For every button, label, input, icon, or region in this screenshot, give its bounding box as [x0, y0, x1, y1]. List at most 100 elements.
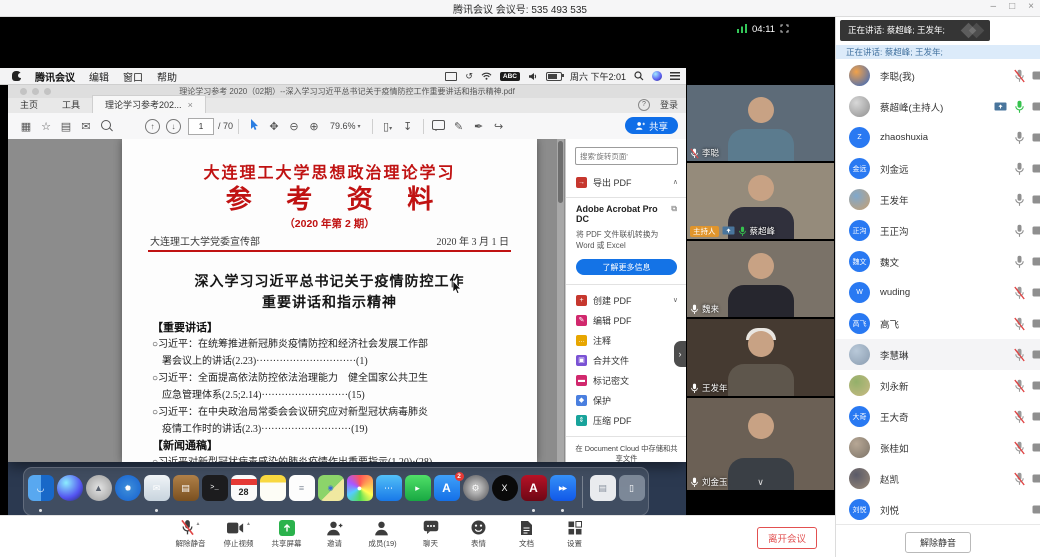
zoom-plus-icon[interactable]: ⊕ [304, 120, 324, 133]
video-thumbnail-魏来[interactable]: 魏来 [687, 241, 834, 317]
tab-tools[interactable]: 工具 [50, 96, 92, 113]
comment-icon[interactable] [429, 120, 449, 133]
battery-icon[interactable] [546, 72, 562, 81]
page-display-icon[interactable]: ▯▾ [378, 120, 398, 133]
collapse-strip-icon[interactable]: ∨ [757, 477, 764, 488]
display-icon[interactable] [445, 72, 457, 81]
tab-home[interactable]: 主页 [8, 96, 50, 113]
participant-row[interactable]: 魏文魏文 [836, 246, 1040, 277]
participant-row[interactable]: Wwuding [836, 277, 1040, 308]
chevron-icon[interactable]: ∨ [673, 296, 678, 304]
bookmark-icon[interactable]: ☆ [36, 120, 56, 133]
chat-button[interactable]: 聊天 [408, 519, 453, 549]
tools-search[interactable] [575, 147, 678, 165]
tool-protect[interactable]: ◆保护 [566, 390, 686, 410]
dock-item-acrobat[interactable]: A [520, 470, 547, 513]
search-icon[interactable] [634, 71, 644, 81]
menu-编辑[interactable]: 编辑 [89, 69, 109, 84]
forward-icon[interactable]: ↪ [489, 120, 509, 133]
draw-icon[interactable]: ✎ [449, 120, 469, 133]
emoji-button[interactable]: 表情 [456, 519, 501, 549]
dock-item-messages[interactable]: ⋯ [375, 470, 402, 513]
minimize-icon[interactable]: – [991, 1, 997, 12]
siri-icon[interactable] [652, 71, 662, 81]
menu-icon[interactable] [670, 72, 680, 80]
caret-up-icon[interactable]: ▲ [196, 521, 201, 527]
menu-帮助[interactable]: 帮助 [157, 69, 177, 84]
tool-edit-pdf[interactable]: ✎编辑 PDF [566, 310, 686, 330]
dock-item-maps[interactable]: ◉ [317, 470, 344, 513]
dock-item-trash[interactable]: ▯ [618, 470, 645, 513]
participant-row[interactable]: 正沟王正沟 [836, 215, 1040, 246]
save-icon[interactable]: ▦ [16, 120, 36, 133]
tools-search-input[interactable] [576, 152, 677, 161]
participant-row[interactable]: 大奇王大奇 [836, 401, 1040, 432]
maximize-icon[interactable]: □ [1009, 1, 1015, 12]
document-scrollbar[interactable] [557, 139, 564, 462]
invite-button[interactable]: 邀请 [312, 519, 357, 549]
panel-unmute-button[interactable]: 解除静音 [905, 532, 971, 553]
promo-learn-more-button[interactable]: 了解更多信息 [576, 259, 677, 275]
dock-item-reminders[interactable]: ≡ [288, 470, 315, 513]
apple-menu-icon[interactable] [12, 71, 21, 81]
stop-video-button[interactable]: ▲停止视频 [216, 519, 261, 549]
zoom-minus-icon[interactable]: ⊖ [284, 120, 304, 133]
dock-item-siri[interactable] [56, 470, 83, 513]
zoom-control[interactable]: 79.6% ▾ [330, 121, 361, 131]
close-icon[interactable]: × [1028, 1, 1034, 12]
share-screen-button[interactable]: 共享屏幕 [264, 519, 309, 549]
video-thumbnail-李聪[interactable]: 李聪 [687, 85, 834, 161]
close-traffic-light[interactable] [20, 88, 27, 95]
participant-row[interactable]: 李慧琳 [836, 339, 1040, 370]
dock-item-app-store[interactable]: A2 [433, 470, 460, 513]
tool-combine-files[interactable]: ▣合并文件 [566, 350, 686, 370]
page-up-icon[interactable]: ↑ [145, 119, 160, 134]
page-down-icon[interactable]: ↓ [166, 119, 181, 134]
scroll-mode-icon[interactable]: ↧ [398, 120, 418, 133]
menu-窗口[interactable]: 窗口 [123, 69, 143, 84]
leave-meeting-button[interactable]: 离开会议 [757, 527, 817, 549]
print-icon[interactable]: ▤ [56, 120, 76, 133]
tool-create-pdf[interactable]: +创建 PDF∨ [566, 290, 686, 310]
tab-document[interactable]: 理论学习参考202... × [92, 95, 206, 113]
dock-item-finder[interactable]: ◡ [27, 470, 54, 513]
tool-compress-pdf[interactable]: ⇕压缩 PDF [566, 410, 686, 430]
hand-tool-icon[interactable]: ✥ [264, 120, 284, 133]
participant-row[interactable]: 李聪(我) [836, 60, 1040, 91]
dock-item-launchpad[interactable]: ▲ [85, 470, 112, 513]
dock-item-photos[interactable]: ● [346, 470, 373, 513]
dock-item-system-preferences[interactable]: ⚙ [462, 470, 489, 513]
share-button[interactable]: 共享 [625, 117, 678, 134]
tab-close-icon[interactable]: × [188, 100, 193, 110]
zoom-out-icon[interactable] [96, 120, 116, 133]
input-abc-icon[interactable]: ABC [500, 72, 520, 81]
wifi-icon[interactable] [481, 72, 492, 80]
unmute-button[interactable]: ▲解除静音 [168, 519, 213, 549]
caret-up-icon[interactable]: ▲ [246, 521, 251, 527]
minimize-traffic-light[interactable] [32, 88, 39, 95]
tool-export-pdf[interactable]: →导出 PDF∧ [566, 172, 686, 192]
help-icon[interactable]: ? [638, 99, 650, 111]
participant-row[interactable]: 王发年 [836, 184, 1040, 215]
participant-row[interactable]: 蔡超峰(主持人) [836, 91, 1040, 122]
sign-in-link[interactable]: 登录 [660, 98, 678, 111]
tool-comment[interactable]: …注释 [566, 330, 686, 350]
participant-row[interactable]: 刘悦刘悦 [836, 494, 1040, 525]
active-app-name[interactable]: 腾讯会议 [35, 69, 75, 84]
panel-collapse-icon[interactable]: › [674, 341, 686, 367]
dock-item-mail[interactable]: ✉ [143, 470, 170, 513]
dock-item-notes[interactable] [259, 470, 286, 513]
video-thumbnail-蔡超峰[interactable]: 主持人蔡超峰 [687, 163, 834, 239]
dock-item-safari[interactable]: ✦ [114, 470, 141, 513]
zoom-traffic-light[interactable] [44, 88, 51, 95]
time-machine-icon[interactable]: ↺ [465, 71, 473, 82]
page-number-input[interactable] [188, 118, 214, 135]
dock-item-terminal[interactable]: >_ [201, 470, 228, 513]
tool-redact[interactable]: ▬标记密文 [566, 370, 686, 390]
dock-item-facetime[interactable]: ▸ [404, 470, 431, 513]
select-tool-icon[interactable] [244, 119, 264, 134]
members-button[interactable]: 成员(19) [360, 519, 405, 549]
participant-row[interactable]: Zzhaoshuxia [836, 122, 1040, 153]
email-icon[interactable]: ✉ [76, 120, 96, 133]
volume-icon[interactable] [528, 72, 538, 81]
